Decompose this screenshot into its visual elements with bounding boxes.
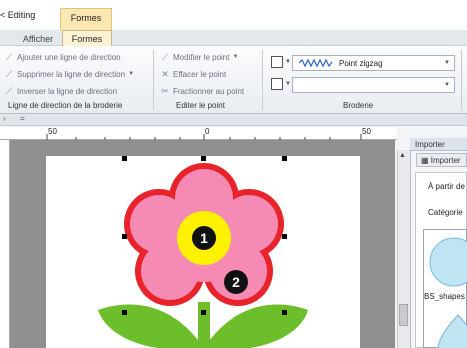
shape-gallery[interactable] [423,229,467,348]
quick-access-toolbar: › = [0,114,467,126]
chevron-down-icon: ▼ [285,59,291,65]
group-divider [153,50,154,110]
group-title-point: Editer le point [176,101,225,110]
chevron-down-icon: ▼ [285,81,291,87]
left-leaf [98,304,198,348]
invert-direction-line-icon: ⟋ [5,86,13,96]
chevron-down-icon: ▼ [444,60,450,66]
importer-tab[interactable]: ▦ Importer [416,153,467,167]
group-title-broderie: Broderie [343,101,374,110]
erase-point-button[interactable]: ✕ Effacer le point [160,69,226,79]
stem [198,302,210,348]
split-point-button[interactable]: ✂ Fractionner au point [160,86,244,96]
modify-point-button[interactable]: ⟋ Modifier le point ▼ [160,52,239,62]
zigzag-stitch-icon [299,59,333,67]
color-swatch [271,78,283,90]
vertical-ruler [0,140,10,348]
group-divider [461,50,462,110]
badge-2: 2 [224,270,248,294]
invert-direction-line-label: Inverser la ligne de direction [17,86,118,96]
horizontal-ruler: 50 0 50 [0,127,397,140]
erase-point-label: Effacer le point [173,69,227,79]
stitch-color-selector[interactable]: ▼ [268,56,291,68]
embroidery-design[interactable]: 1 2 [46,150,366,348]
group-divider [262,50,263,110]
delete-direction-line-label: Supprimer la ligne de direction [17,69,126,79]
stitch-type-value: Point zigzag [339,58,383,68]
app-title: < Editing [0,10,36,20]
ruler-label: 50 [362,127,371,136]
right-leaf [210,304,308,348]
badge-2-label: 2 [232,274,240,290]
customize-toolbar-icon[interactable]: = [20,114,25,123]
group-title-direction: Ligne de direction de la broderie [8,101,123,110]
add-direction-line-icon: ⟋ [5,52,13,62]
gallery-item-label[interactable]: BS_shapes [424,292,465,301]
split-point-icon: ✂ [161,86,169,96]
ruler-label: 50 [48,127,57,136]
fill-color-selector[interactable]: ▼ [268,78,291,90]
importer-tab-label: Importer [430,156,461,165]
chevron-down-icon: ▼ [128,71,135,77]
undo-icon[interactable]: › [3,114,6,123]
chevron-down-icon: ▼ [444,82,450,88]
delete-direction-line-button[interactable]: ⟋ Supprimer la ligne de direction ▼ [4,69,134,79]
category-label: Catégorie [428,208,463,217]
modify-point-icon: ⟋ [161,52,169,62]
tab-afficher[interactable]: Afficher [16,32,60,46]
ruler-ticks [46,134,362,140]
badge-1: 1 [192,226,216,250]
add-direction-line-label: Ajouter une ligne de direction [17,52,121,62]
erase-point-icon: ✕ [161,69,169,79]
split-point-label: Fractionner au point [173,86,245,96]
source-label: À partir de [428,182,465,191]
tab-formes[interactable]: Formes [62,30,112,47]
add-direction-line-button[interactable]: ⟋ Ajouter une ligne de direction [4,52,121,62]
ruler-label: 0 [205,127,210,136]
gallery-thumbnails [429,237,467,348]
context-tab-header: Formes [60,8,112,30]
invert-direction-line-button[interactable]: ⟋ Inverser la ligne de direction [4,86,117,96]
color-swatch [271,56,283,68]
importer-panel-title: Importer [410,138,467,151]
importer-tab-icon: ▦ [421,156,431,165]
fill-type-select[interactable]: ▼ [292,77,455,93]
scroll-up-icon[interactable]: ▲ [399,152,406,159]
modify-point-label: Modifier le point [173,52,230,62]
chevron-down-icon: ▼ [232,54,239,60]
stitch-type-select[interactable]: Point zigzag ▼ [292,55,455,71]
delete-direction-line-icon: ⟋ [5,69,13,79]
scrollbar-thumb[interactable] [399,304,408,326]
badge-1-label: 1 [200,230,208,246]
